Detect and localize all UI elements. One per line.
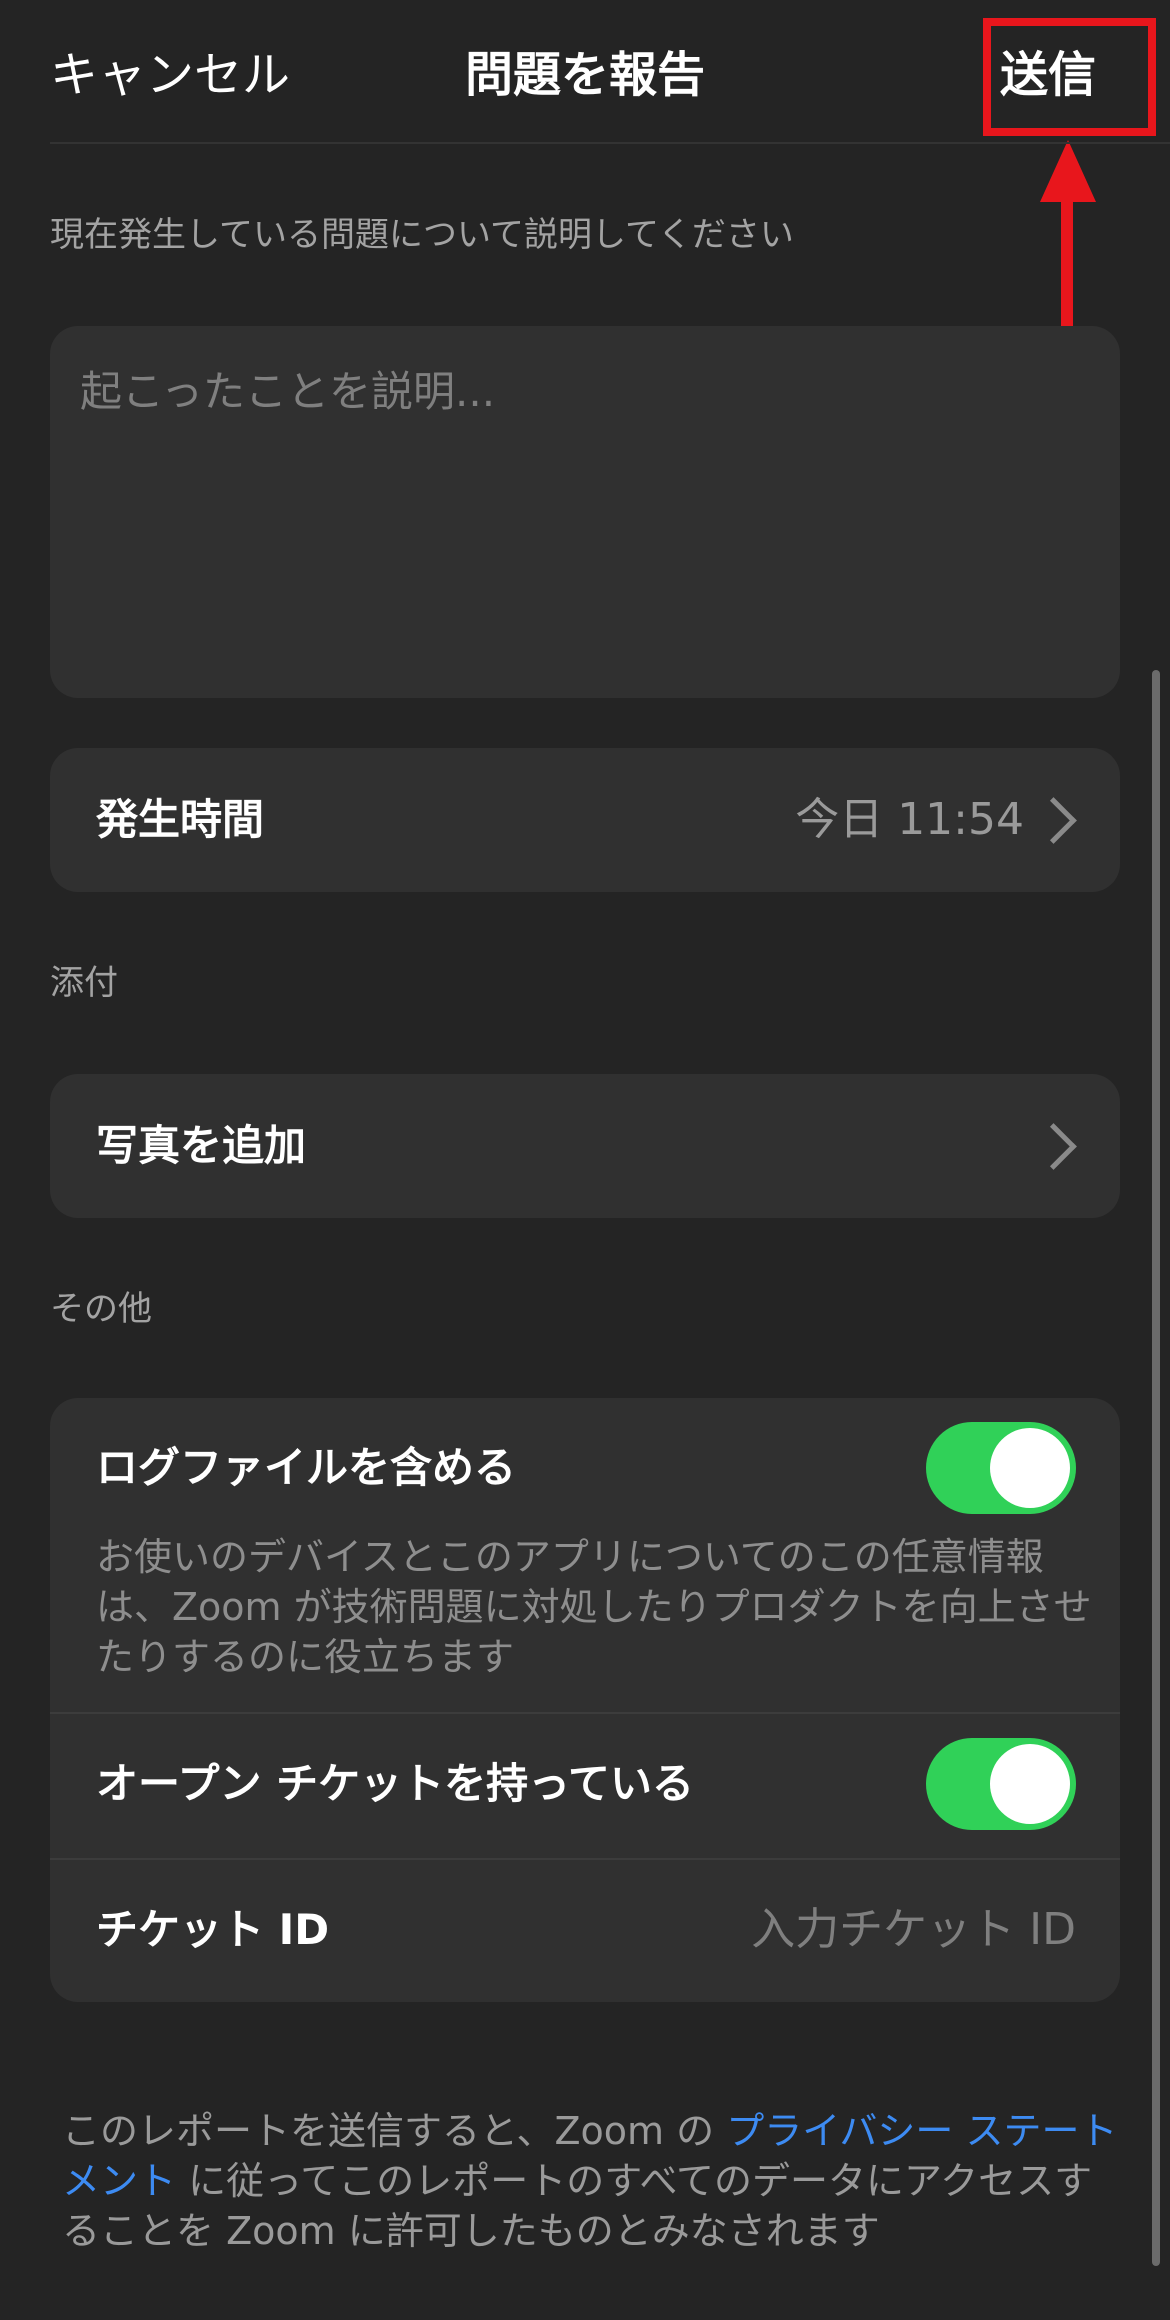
arrow-head-icon: [1040, 140, 1096, 202]
row-separator: [50, 1858, 1120, 1860]
cancel-button[interactable]: キャンセル: [50, 40, 290, 110]
description-placeholder: 起こったことを説明...: [80, 367, 496, 416]
highlight-box: [983, 18, 1156, 136]
include-logs-description: お使いのデバイスとこのアプリについてのこの任意情報は、Zoom が技術問題に対処…: [96, 1535, 1092, 1679]
other-section-title: その他: [50, 1289, 152, 1329]
ticket-id-input[interactable]: 入力チケット ID: [751, 1900, 1076, 1960]
occurrence-time-value: 今日 11:54: [795, 794, 1024, 845]
chevron-right-icon: [1030, 797, 1077, 844]
other-settings-card: ログファイルを含める お使いのデバイスとこのアプリについてのこの任意情報は、Zo…: [50, 1398, 1120, 2002]
include-logs-toggle[interactable]: [926, 1422, 1076, 1514]
toggle-knob: [990, 1428, 1070, 1508]
ticket-id-label: チケット ID: [96, 1905, 330, 1954]
footer-text-before: このレポートを送信すると、Zoom の: [62, 2109, 727, 2153]
description-hint: 現在発生している問題について説明してください: [50, 215, 794, 255]
attachments-section-title: 添付: [50, 963, 118, 1003]
include-logs-label: ログファイルを含める: [96, 1443, 517, 1492]
arrow-shaft: [1061, 200, 1073, 330]
toggle-knob: [990, 1744, 1070, 1824]
nav-divider: [50, 142, 1170, 144]
add-photo-row[interactable]: 写真を追加: [50, 1074, 1120, 1218]
add-photo-label: 写真を追加: [96, 1121, 307, 1170]
footer-text-after: に従ってこのレポートのすべてのデータにアクセスすることを Zoom に許可したも…: [62, 2159, 1093, 2253]
row-separator: [50, 1712, 1120, 1714]
scrollbar[interactable]: [1152, 670, 1160, 2266]
occurrence-time-label: 発生時間: [96, 795, 265, 844]
occurrence-time-row[interactable]: 発生時間 今日 11:54: [50, 748, 1120, 892]
open-ticket-label: オープン チケットを持っている: [96, 1759, 695, 1808]
chevron-right-icon: [1030, 1123, 1077, 1170]
footer-consent-text: このレポートを送信すると、Zoom の プライバシー ステートメント に従ってこ…: [62, 2106, 1122, 2256]
open-ticket-toggle[interactable]: [926, 1738, 1076, 1830]
